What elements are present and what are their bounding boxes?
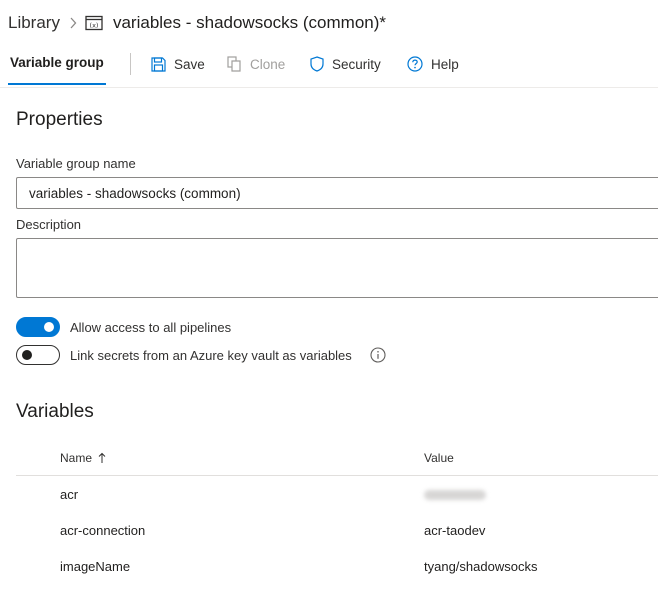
variable-group-name-label: Variable group name xyxy=(16,156,136,171)
column-header-name[interactable]: Name xyxy=(60,451,106,465)
clone-label: Clone xyxy=(250,56,286,72)
sort-ascending-icon xyxy=(98,452,106,464)
toggle-knob xyxy=(44,322,54,332)
properties-heading: Properties xyxy=(16,109,103,130)
variables-heading: Variables xyxy=(16,401,94,422)
variable-group-name-input[interactable] xyxy=(16,177,658,209)
security-label: Security xyxy=(332,56,381,72)
help-icon xyxy=(407,56,423,72)
table-row[interactable]: acr-connection acr-taodev xyxy=(16,512,658,548)
variable-name-cell: acr xyxy=(60,487,79,502)
help-button[interactable]: Help xyxy=(407,53,459,75)
table-row[interactable]: acr xyxy=(16,476,658,512)
allow-access-label: Allow access to all pipelines xyxy=(70,319,232,335)
column-header-value[interactable]: Value xyxy=(424,451,454,465)
table-row[interactable]: imageName tyang/shadowsocks xyxy=(16,548,658,584)
info-icon[interactable] xyxy=(370,347,386,363)
tab-variable-group[interactable]: Variable group xyxy=(10,55,104,70)
breadcrumb: Library (x) variables - shadowsocks (com… xyxy=(8,10,386,36)
link-secrets-toggle-row: Link secrets from an Azure key vault as … xyxy=(16,345,386,365)
toggle-knob xyxy=(22,350,32,360)
security-button[interactable]: Security xyxy=(310,53,381,75)
clone-button[interactable]: Clone xyxy=(227,53,285,75)
redacted-value xyxy=(424,490,486,500)
tab-selected-indicator xyxy=(8,83,106,85)
allow-access-toggle-row: Allow access to all pipelines xyxy=(16,317,231,337)
description-label: Description xyxy=(16,217,82,232)
description-textarea[interactable] xyxy=(16,238,658,298)
variable-name-cell: imageName xyxy=(60,559,131,574)
variable-value-cell xyxy=(424,487,486,503)
link-secrets-label: Link secrets from an Azure key vault as … xyxy=(70,347,352,363)
link-secrets-toggle[interactable] xyxy=(16,345,60,365)
save-icon xyxy=(151,56,166,72)
variable-group-icon: (x) xyxy=(85,15,103,31)
help-label: Help xyxy=(431,56,459,72)
save-button[interactable]: Save xyxy=(151,53,205,75)
allow-access-toggle[interactable] xyxy=(16,317,60,337)
toolbar-divider xyxy=(130,53,131,75)
column-header-name-label: Name xyxy=(60,451,93,465)
column-header-value-label: Value xyxy=(424,451,454,465)
breadcrumb-library-link[interactable]: Library xyxy=(8,13,60,33)
save-label: Save xyxy=(174,56,205,72)
chevron-right-icon xyxy=(69,17,77,29)
toolbar: Variable group Save Clone Security Help xyxy=(0,42,658,88)
variable-value-cell: acr-taodev xyxy=(424,523,486,538)
variable-value-cell: tyang/shadowsocks xyxy=(424,559,538,574)
shield-icon xyxy=(310,56,324,72)
svg-text:(x): (x) xyxy=(90,22,99,30)
variables-table-header: Name Value xyxy=(16,444,658,476)
clone-icon xyxy=(227,56,242,72)
variable-name-cell: acr-connection xyxy=(60,523,146,538)
page-title: variables - shadowsocks (common)* xyxy=(112,13,387,32)
